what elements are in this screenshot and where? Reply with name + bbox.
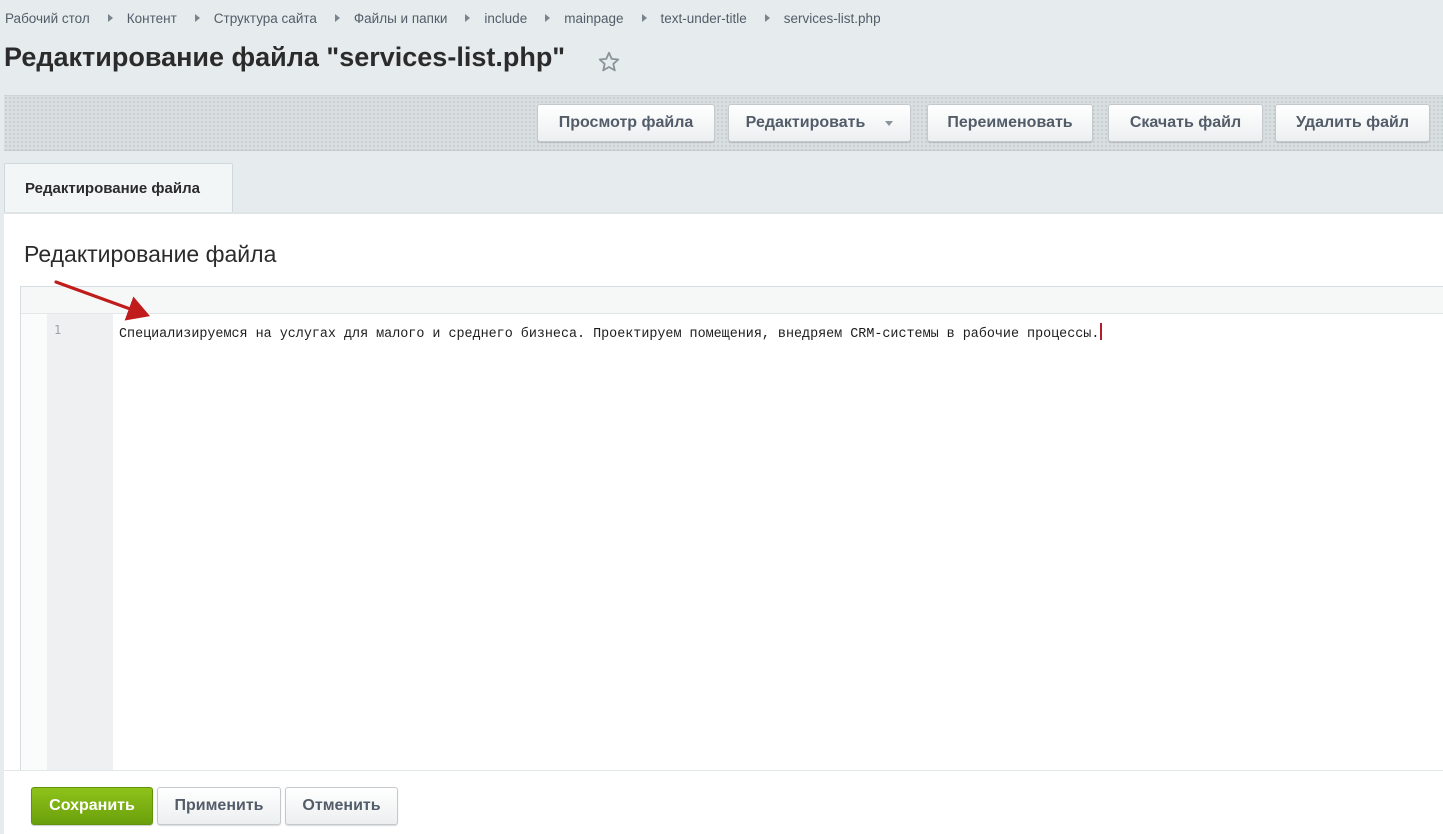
download-label: Скачать файл [1129,114,1242,131]
rename-label: Переименовать [947,114,1073,131]
breadcrumb-item-files-folders[interactable]: Файлы и папки [354,11,448,26]
edit-label: Редактировать [745,114,866,131]
code-line-text: Специализируемся на услугах для малого и… [119,327,1100,342]
editor-header [21,287,1443,314]
text-cursor [1100,323,1103,340]
chevron-right-icon [465,14,471,22]
rename-button[interactable]: Переименовать [927,104,1093,142]
breadcrumb-item-include[interactable]: include [484,11,527,26]
tab-label: Редактирование файла [25,180,200,197]
breadcrumb-item-mainpage[interactable]: mainpage [564,11,623,26]
apply-button[interactable]: Применить [157,787,281,825]
chevron-right-icon [545,14,551,22]
delete-label: Удалить файл [1295,114,1409,131]
caret-down-icon [885,120,894,126]
view-file-label: Просмотр файла [558,114,694,131]
star-icon[interactable] [597,50,621,74]
save-button[interactable]: Сохранить [31,787,153,825]
chevron-right-icon [764,14,770,22]
breadcrumb-item-current-file: services-list.php [783,10,881,26]
edit-panel: Редактирование файла 1 Специализируемся … [4,212,1443,774]
download-file-button[interactable]: Скачать файл [1108,104,1263,142]
chevron-right-icon [641,14,647,22]
line-number-gutter [47,314,113,774]
code-editor[interactable]: 1 Специализируемся на услугах для малого… [20,286,1443,774]
save-label: Сохранить [49,797,135,814]
tab-strip: Редактирование файла [4,163,1443,213]
form-footer: Сохранить Применить Отменить [4,770,1443,834]
code-text-area[interactable] [113,314,1443,774]
chevron-right-icon [334,14,340,22]
line-number: 1 [54,323,62,337]
apply-label: Применить [174,797,264,814]
breadcrumb-item-text-under-title[interactable]: text-under-title [661,11,747,26]
breadcrumb-item-content[interactable]: Контент [127,11,177,26]
chevron-right-icon [107,14,113,22]
delete-file-button[interactable]: Удалить файл [1275,104,1430,142]
tab-edit-file[interactable]: Редактирование файла [4,163,233,213]
breadcrumb-item-site-structure[interactable]: Структура сайта [214,11,317,26]
section-title: Редактирование файла [24,241,277,267]
page-title: Редактирование файла "services-list.php" [4,42,566,72]
view-file-button[interactable]: Просмотр файла [537,104,715,142]
annotation-arrow-icon [54,280,151,321]
code-line[interactable]: Специализируемся на услугах для малого и… [119,323,1103,342]
cancel-label: Отменить [302,797,381,814]
chevron-right-icon [194,14,200,22]
edit-dropdown-button[interactable]: Редактировать [728,104,911,142]
toolbar: Просмотр файла Редактировать Переименова… [4,95,1443,151]
cancel-button[interactable]: Отменить [285,787,398,825]
breadcrumb-item-desktop[interactable]: Рабочий стол [5,11,90,26]
breadcrumb: Рабочий стол Контент Структура сайта Фай… [5,9,881,27]
